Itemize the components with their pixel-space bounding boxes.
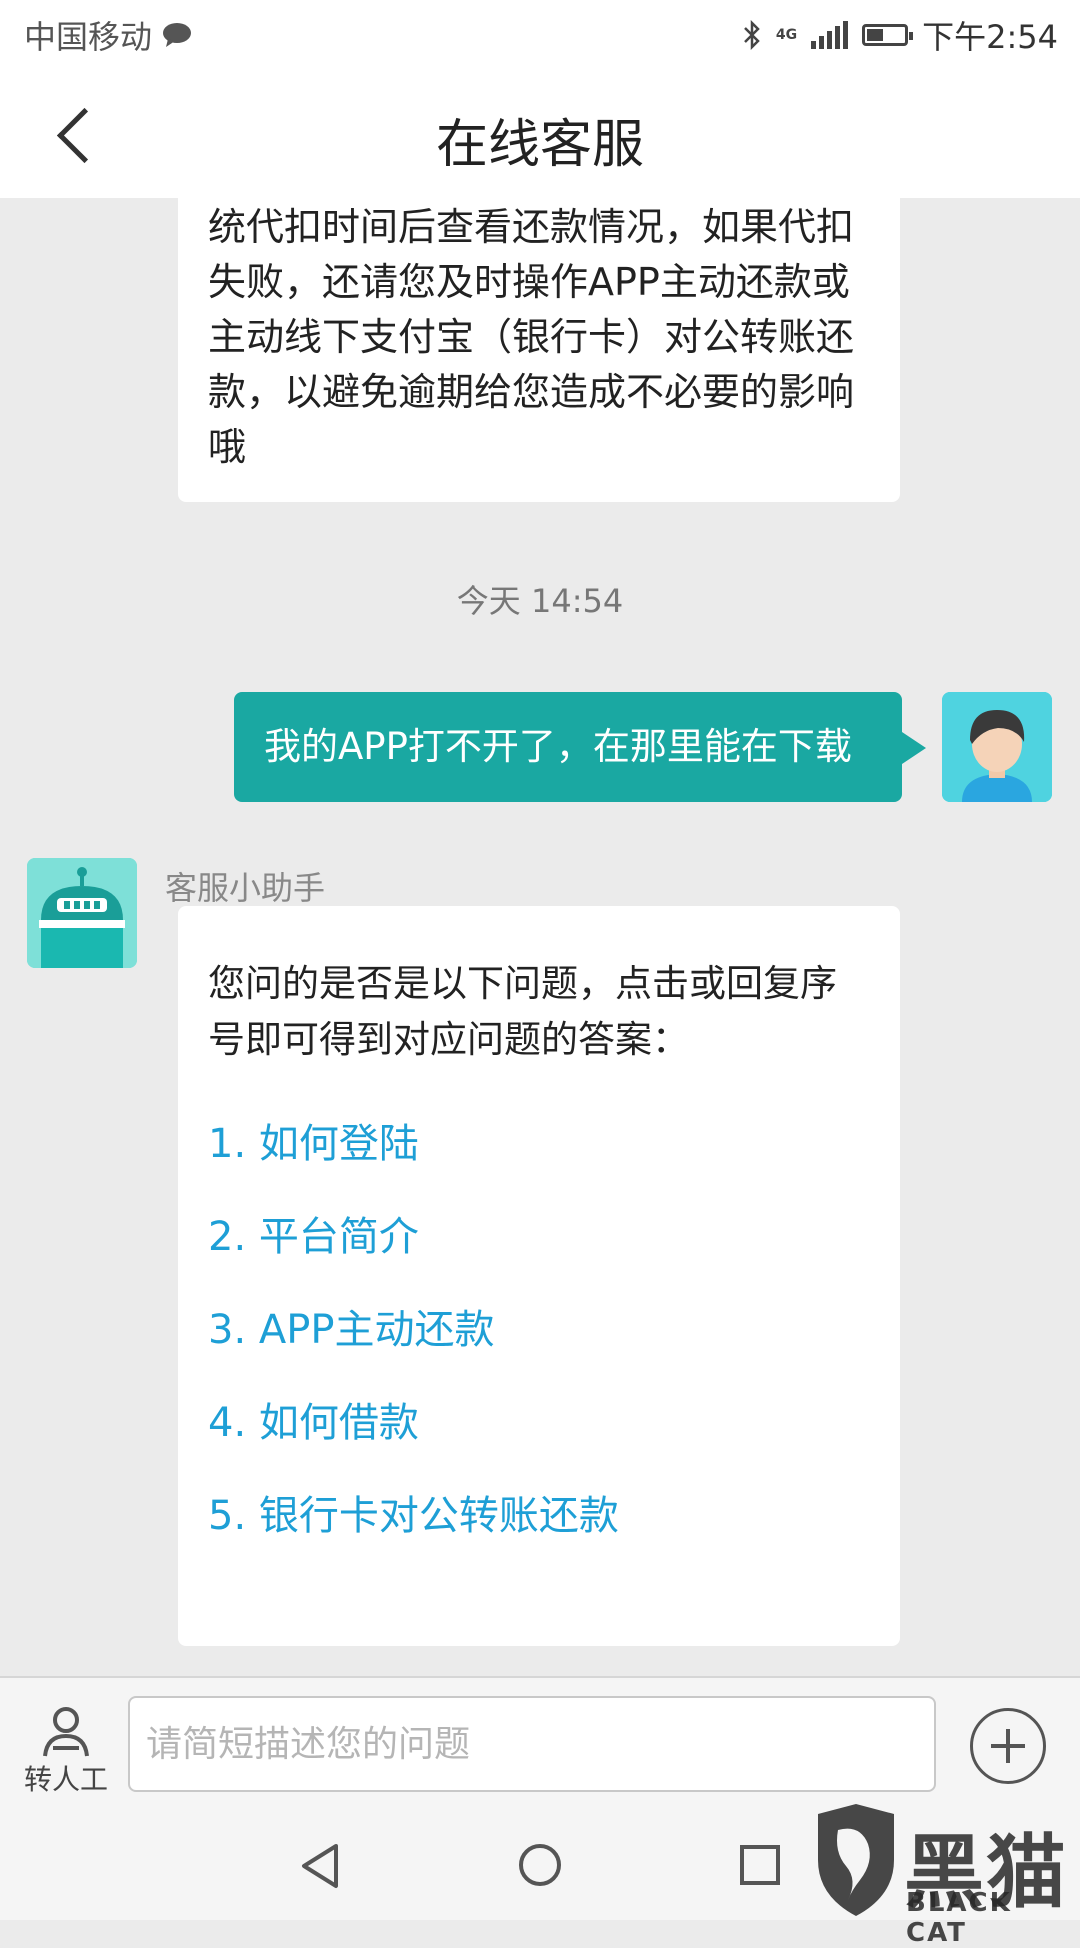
black-cat-watermark: 黑猫 BLACK CAT [808, 1800, 1080, 1948]
bot-avatar[interactable] [27, 858, 137, 968]
transfer-label: 转人工 [23, 1763, 108, 1796]
chat-area[interactable]: 统代扣时间后查看还款情况，如果代扣失败，还请您及时操作APP主动还款或主动线下支… [0, 198, 1080, 1676]
faq-option-platform-intro[interactable]: 2. 平台简介 [208, 1213, 870, 1306]
bot-name: 客服小助手 [165, 869, 326, 907]
nav-recent-apps-icon[interactable] [740, 1845, 780, 1885]
network-type: 4G [775, 27, 798, 43]
bot-message-bubble: 您问的是否是以下问题，点击或回复序号即可得到对应问题的答案： 1. 如何登陆 2… [178, 906, 900, 1646]
page-title: 在线客服 [435, 115, 644, 175]
previous-bot-message: 统代扣时间后查看还款情况，如果代扣失败，还请您及时操作APP主动还款或主动线下支… [178, 198, 900, 502]
faq-options: 1. 如何登陆 2. 平台简介 3. APP主动还款 4. 如何借款 5. 银行… [208, 1120, 870, 1585]
black-cat-logo-icon [818, 1804, 894, 1916]
status-right: 4G 下午2:54 [742, 12, 1058, 58]
user-message-bubble: 我的APP打不开了，在那里能在下载 [234, 692, 926, 802]
user-message-text: 我的APP打不开了，在那里能在下载 [264, 725, 852, 768]
carrier-name: 中国移动 [24, 18, 153, 56]
user-avatar-icon [942, 692, 1052, 802]
bot-intro-text: 您问的是否是以下问题，点击或回复序号即可得到对应问题的答案： [208, 962, 837, 1061]
nav-back-icon[interactable] [298, 1842, 342, 1890]
user-avatar[interactable] [942, 692, 1052, 802]
add-attachment-button[interactable] [970, 1708, 1046, 1784]
message-notification-icon [163, 23, 192, 47]
faq-option-login[interactable]: 1. 如何登陆 [208, 1120, 870, 1213]
transfer-to-agent-button[interactable]: 转人工 [16, 1704, 116, 1804]
signal-icon [811, 21, 849, 49]
app-header: 在线客服 [0, 70, 1080, 198]
status-bar: 中国移动 4G 下午2:54 [0, 0, 1080, 70]
watermark-en: BLACK CAT [906, 1888, 1012, 1948]
status-left: 中国移动 [24, 12, 192, 58]
faq-option-app-repayment[interactable]: 3. APP主动还款 [208, 1306, 870, 1399]
message-input[interactable] [128, 1696, 936, 1792]
faq-option-how-to-borrow[interactable]: 4. 如何借款 [208, 1399, 870, 1492]
previous-message-text: 统代扣时间后查看还款情况，如果代扣失败，还请您及时操作APP主动还款或主动线下支… [208, 205, 855, 469]
message-timestamp: 今天 14:54 [456, 582, 624, 620]
person-icon [43, 1707, 89, 1757]
faq-option-bank-transfer[interactable]: 5. 银行卡对公转账还款 [208, 1492, 870, 1585]
clock: 下午2:54 [922, 18, 1058, 56]
robot-icon [27, 858, 137, 968]
nav-home-icon[interactable] [519, 1844, 561, 1886]
battery-fill [867, 29, 884, 41]
battery-icon [862, 24, 914, 46]
bluetooth-icon [744, 20, 760, 50]
input-bar: 转人工 [0, 1676, 1080, 1812]
